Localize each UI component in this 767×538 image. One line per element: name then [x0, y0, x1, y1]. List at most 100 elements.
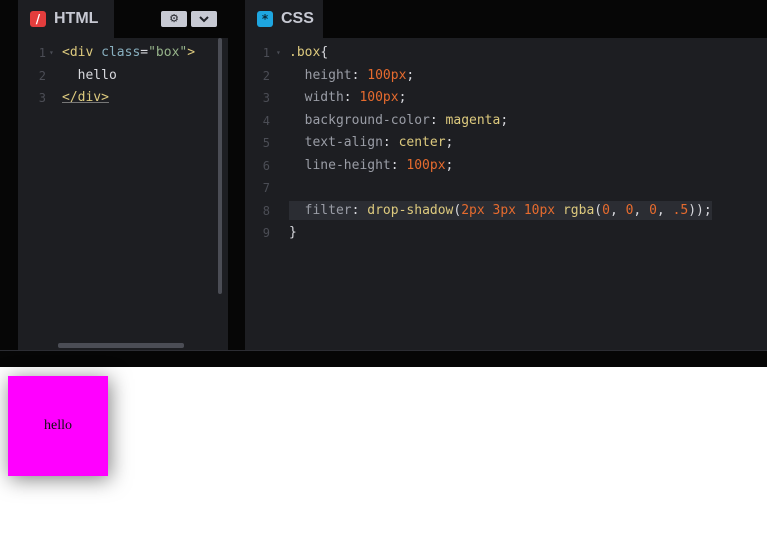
code-token: : — [390, 157, 407, 173]
code-token: .5 — [672, 202, 689, 218]
html-pane-tools: ⚙ — [161, 11, 217, 27]
code-token: class — [93, 45, 141, 60]
settings-button[interactable]: ⚙ — [161, 11, 187, 27]
code-token: 100px — [367, 67, 407, 83]
html-icon: / — [30, 11, 46, 27]
line-text: height: 100px; — [289, 65, 415, 88]
css-code-lines: 1 ▾ .box{2 height: 100px; 3 width: 100px; 4 … — [245, 42, 767, 245]
line-number: 5 — [262, 136, 270, 150]
code-token: , — [656, 202, 673, 218]
css-pane: * CSS 1 ▾ .box{2 height: 100px; 3 width: 10… — [245, 0, 767, 350]
code-token: ; — [406, 67, 415, 83]
editor-preview-divider[interactable] — [0, 350, 767, 367]
html-tab[interactable]: / HTML — [18, 0, 114, 38]
line-text: text-align: center; — [289, 132, 454, 155]
line-number: 6 — [262, 158, 270, 173]
html-pane: / HTML ⚙ 1 ▾ <div class="box"> 2 hello 3 </di… — [18, 0, 228, 350]
preview-area: hello — [0, 367, 767, 538]
code-line[interactable]: 3 </div> — [18, 87, 228, 110]
css-tab[interactable]: * CSS — [245, 0, 323, 38]
preview-box: hello — [8, 376, 108, 476]
code-token: { — [320, 45, 329, 60]
gear-icon: ⚙ — [169, 12, 179, 25]
html-vertical-scrollbar[interactable] — [218, 38, 222, 294]
code-token: : — [382, 135, 399, 150]
line-number: 2 — [262, 68, 270, 83]
code-token: ; — [445, 135, 454, 150]
line-text: .box{ — [289, 42, 328, 65]
code-token: 3px — [492, 202, 516, 218]
code-token: ; — [398, 90, 407, 105]
code-token: filter — [304, 202, 352, 218]
code-line[interactable]: 2 hello — [18, 65, 228, 88]
code-token: : — [351, 67, 368, 83]
code-token: )); — [688, 202, 712, 218]
line-text: background-color: magenta; — [289, 110, 509, 133]
code-token: 0 — [602, 202, 610, 218]
code-token: .box — [289, 45, 321, 60]
code-token: > — [187, 45, 196, 60]
code-token: 100px — [359, 90, 399, 105]
code-line[interactable]: 6 line-height: 100px; — [245, 155, 767, 178]
css-code-editor[interactable]: 1 ▾ .box{2 height: 100px; 3 width: 100px; 4 … — [245, 38, 767, 350]
code-line[interactable]: 5 text-align: center; — [245, 132, 767, 155]
line-text: line-height: 100px; — [289, 155, 454, 178]
code-token: drop-shadow — [367, 202, 454, 218]
code-token: 10px — [523, 202, 556, 218]
line-text: filter: drop-shadow(2px 3px 10px rgba(0,… — [289, 200, 712, 223]
code-token: 0 — [649, 202, 657, 218]
code-token: , — [633, 202, 650, 218]
line-number: 2 — [38, 68, 46, 83]
line-text: hello — [62, 65, 117, 88]
collapse-menu-button[interactable] — [191, 11, 217, 27]
code-token: center — [398, 135, 446, 150]
line-number: 3 — [38, 91, 46, 105]
line-number: 1 — [262, 46, 270, 60]
code-line[interactable]: 7 — [245, 177, 767, 200]
code-token: line-height — [289, 157, 391, 173]
fold-arrow-icon[interactable]: ▾ — [49, 42, 54, 65]
code-token: div — [69, 45, 94, 60]
code-token: = — [140, 45, 149, 60]
fold-arrow-icon[interactable]: ▾ — [276, 42, 281, 65]
line-number: 8 — [262, 203, 270, 218]
code-token: } — [289, 225, 297, 240]
line-text: <div class="box"> — [62, 42, 195, 65]
code-token: width — [289, 90, 344, 105]
css-tab-title: CSS — [281, 10, 314, 27]
line-text: width: 100px; — [289, 87, 407, 110]
line-number: 9 — [262, 226, 270, 240]
code-token: ; — [445, 157, 454, 173]
code-token: rgba — [562, 202, 595, 218]
line-number: 3 — [262, 91, 270, 105]
code-token: : — [429, 112, 446, 128]
code-line[interactable]: 3 width: 100px; — [245, 87, 767, 110]
html-code-lines: 1 ▾ <div class="box"> 2 hello 3 </div> — [18, 42, 228, 110]
code-token: < — [62, 45, 70, 60]
code-token: : — [343, 90, 360, 105]
html-code-editor[interactable]: 1 ▾ <div class="box"> 2 hello 3 </div> — [18, 38, 228, 350]
line-text: } — [289, 222, 297, 245]
code-line[interactable]: 8 filter: drop-shadow(2px 3px 10px rgba(… — [245, 200, 767, 223]
code-token: magenta — [445, 112, 501, 128]
code-token: 2px — [461, 202, 485, 218]
code-line[interactable]: 2 height: 100px; — [245, 65, 767, 88]
code-line[interactable]: 9} — [245, 222, 767, 245]
code-line[interactable]: 1 ▾ .box{ — [245, 42, 767, 65]
code-line[interactable]: 1 ▾ <div class="box"> — [18, 42, 228, 65]
css-icon: * — [257, 11, 273, 27]
editor-area: / HTML ⚙ 1 ▾ <div class="box"> 2 hello 3 </di… — [0, 0, 767, 350]
code-token: : — [351, 202, 368, 218]
line-number: 7 — [262, 181, 270, 195]
code-token: ( — [594, 202, 603, 218]
html-horizontal-scrollbar[interactable] — [58, 343, 184, 348]
code-token: </div> — [62, 90, 109, 105]
code-line[interactable]: 4 background-color: magenta; — [245, 110, 767, 133]
code-token: height — [289, 67, 352, 83]
code-token: text-align — [289, 135, 383, 150]
line-number: 1 — [38, 46, 46, 60]
